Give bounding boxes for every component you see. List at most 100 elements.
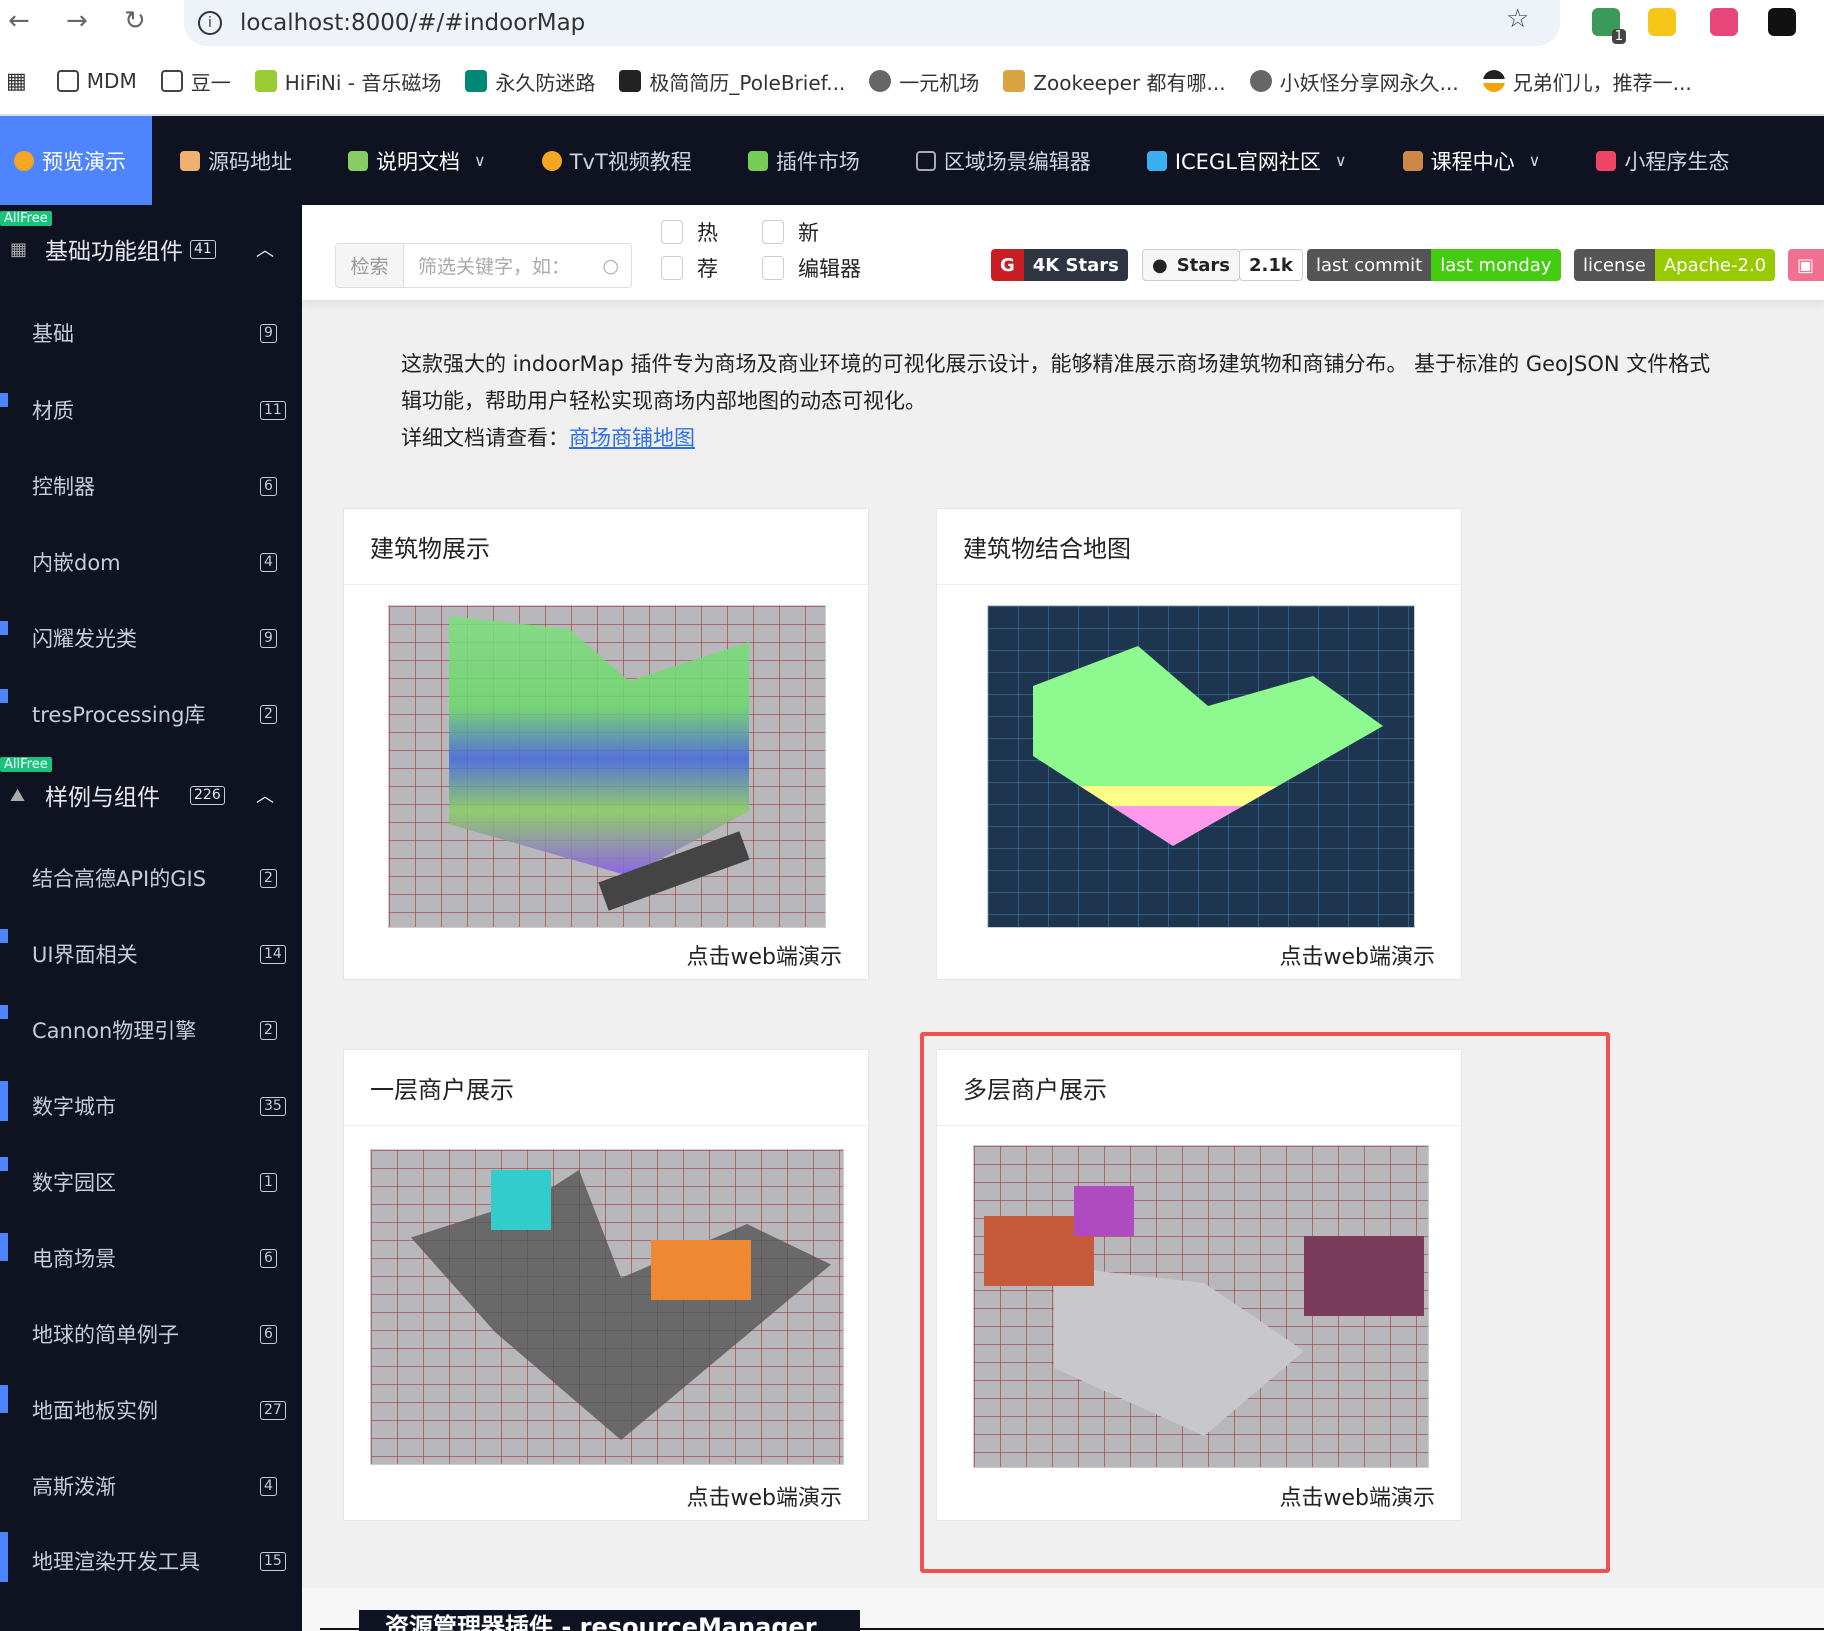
nav-editor[interactable]: 区域场景编辑器 xyxy=(888,116,1119,205)
description-line: 这款强大的 indoorMap 插件专为商场及商业环境的可视化展示设计，能够精准… xyxy=(401,352,1711,376)
extension-icon[interactable] xyxy=(1768,8,1796,36)
site-icon xyxy=(465,70,488,92)
extension-icon[interactable] xyxy=(1648,8,1676,36)
browser-chrome: ← → ↻ i localhost:8000/#/#indoorMap ☆ 1 ▦… xyxy=(0,0,1824,116)
bookmark[interactable]: 极简简历_PoleBrief... xyxy=(619,67,845,96)
license-badge[interactable]: license Apache-2.0 xyxy=(1574,249,1776,281)
card-preview-image[interactable] xyxy=(388,605,826,928)
card-preview-image[interactable] xyxy=(370,1149,844,1465)
bookmark[interactable]: MDM xyxy=(56,69,137,93)
nav-courses[interactable]: 课程中心 ∨ xyxy=(1375,116,1569,205)
demo-card[interactable]: 一层商户展示 点击web端演示 xyxy=(343,1049,869,1521)
demo-card[interactable]: 建筑物结合地图 点击web端演示 xyxy=(936,508,1462,980)
nav-preview[interactable]: 预览演示 xyxy=(0,116,152,205)
item-count: 9 xyxy=(260,628,277,648)
nav-source[interactable]: 源码地址 xyxy=(152,116,320,205)
checkbox[interactable] xyxy=(661,220,683,244)
checkbox-recommended[interactable]: 荐 xyxy=(661,253,718,283)
last-commit-badge[interactable]: last commit last monday xyxy=(1307,249,1561,281)
search-input[interactable]: 筛选关键字，如： xyxy=(418,252,570,279)
gitee-icon: G xyxy=(991,249,1024,281)
reload-icon[interactable]: ↻ xyxy=(124,6,146,36)
item-count: 2 xyxy=(260,1020,277,1040)
checkbox-label: 新 xyxy=(798,221,819,245)
checkbox-hot[interactable]: 热 xyxy=(661,217,718,247)
sidebar-item[interactable]: 结合高德API的GIS 2 xyxy=(0,853,302,903)
group-count: 41 xyxy=(190,239,216,259)
sidebar-item[interactable]: UI界面相关 14 xyxy=(0,929,302,979)
nav-label: 课程中心 xyxy=(1430,149,1515,174)
item-label: 电商场景 xyxy=(32,1247,116,1271)
bookmark[interactable]: 兄弟们儿，推荐一... xyxy=(1482,67,1692,96)
sidebar-item[interactable]: tresProcessing库 2 xyxy=(0,689,302,739)
item-count: 4 xyxy=(260,1476,277,1496)
bookmark[interactable]: 永久防迷路 xyxy=(465,67,595,96)
disc-icon xyxy=(14,150,34,171)
sidebar-item[interactable]: 数字城市 35 xyxy=(0,1081,302,1131)
sidebar-item[interactable]: 材质 11 xyxy=(0,385,302,435)
nav-community[interactable]: ICEGL官网社区 ∨ xyxy=(1119,116,1375,205)
bookmark[interactable]: 豆一 xyxy=(160,67,231,96)
badge-value: 4K Stars xyxy=(1023,249,1128,281)
item-label: 地面地板实例 xyxy=(32,1399,158,1423)
nav-docs[interactable]: 说明文档 ∨ xyxy=(320,116,514,205)
item-label: 结合高德API的GIS xyxy=(32,867,207,891)
bookmark-label: 小妖怪分享网永久... xyxy=(1279,70,1459,95)
extension-icon[interactable]: 1 xyxy=(1592,8,1626,44)
sidebar-item[interactable]: 地球的简单例子 6 xyxy=(0,1309,302,1359)
bookmark[interactable]: 小妖怪分享网永久... xyxy=(1249,67,1459,96)
bookmark[interactable]: 一元机场 xyxy=(869,67,979,96)
checkbox-new[interactable]: 新 xyxy=(762,217,819,247)
sidebar-item[interactable]: 地理渲染开发工具 15 xyxy=(0,1532,302,1586)
forward-icon[interactable]: → xyxy=(66,6,88,36)
checkbox[interactable] xyxy=(762,256,784,280)
item-count: 27 xyxy=(260,1400,286,1420)
sidebar-item[interactable]: 基础 9 xyxy=(0,308,302,358)
nav-video[interactable]: TvT视频教程 xyxy=(514,116,720,205)
sidebar-item[interactable]: 闪耀发光类 9 xyxy=(0,613,302,663)
sidebar-item[interactable]: 电商场景 6 xyxy=(0,1233,302,1283)
address-bar[interactable]: i localhost:8000/#/#indoorMap xyxy=(184,0,1560,46)
info-icon[interactable]: i xyxy=(198,11,222,35)
demo-card[interactable]: 建筑物展示 点击web端演示 xyxy=(343,508,869,980)
globe-icon xyxy=(869,70,892,92)
sidebar-item[interactable]: Cannon物理引擎 2 xyxy=(0,1005,302,1055)
web-demo-link[interactable]: 点击web端演示 xyxy=(687,1480,843,1512)
docs-link[interactable]: 商场商铺地图 xyxy=(569,426,695,450)
checkbox[interactable] xyxy=(661,256,683,280)
gitee-stars-badge[interactable]: G 4K Stars xyxy=(991,249,1128,281)
badge-label: last commit xyxy=(1307,249,1432,281)
bookmark-star-icon[interactable]: ☆ xyxy=(1506,4,1529,34)
translate-extension-icon[interactable] xyxy=(1710,8,1738,36)
badge-value: 2.1k xyxy=(1249,254,1293,276)
github-count-badge[interactable]: 2.1k xyxy=(1239,249,1303,281)
checkbox[interactable] xyxy=(762,220,784,244)
card-preview-image[interactable] xyxy=(987,605,1415,928)
apps-icon[interactable]: ▦ xyxy=(6,69,27,94)
grid-icon: ▦ xyxy=(10,238,28,260)
sidebar-group-basic[interactable]: AllFree ▦ 基础功能组件 41 ︿ xyxy=(0,211,302,279)
nav-plugins[interactable]: 插件市场 xyxy=(720,116,888,205)
allfree-tag: AllFree xyxy=(0,211,52,226)
bookmark[interactable]: Zookeeper 都有哪... xyxy=(1003,67,1226,96)
web-demo-link[interactable]: 点击web端演示 xyxy=(1280,939,1436,971)
sidebar-item[interactable]: 控制器 6 xyxy=(0,461,302,511)
search-field[interactable]: 检索 筛选关键字，如： ○ xyxy=(335,243,632,288)
sidebar-item[interactable]: 高斯泼渐 4 xyxy=(0,1461,302,1511)
sidebar-item[interactable]: 地面地板实例 27 xyxy=(0,1385,302,1435)
card-title: 建筑物展示 xyxy=(344,509,868,585)
sidebar-item[interactable]: 数字园区 1 xyxy=(0,1157,302,1207)
sidebar-item[interactable]: 内嵌dom 4 xyxy=(0,537,302,587)
item-count: 35 xyxy=(260,1096,286,1116)
bookmark[interactable]: HiFiNi - 音乐磁场 xyxy=(254,67,441,96)
nav-miniprogram[interactable]: 小程序生态 xyxy=(1568,116,1757,205)
plugin-description: 这款强大的 indoorMap 插件专为商场及商业环境的可视化展示设计，能够精准… xyxy=(401,346,1821,457)
back-icon[interactable]: ← xyxy=(8,6,30,36)
checkbox-editor[interactable]: 编辑器 xyxy=(762,253,861,283)
github-stars-badge[interactable]: ● Stars xyxy=(1142,249,1241,281)
sidebar-group-examples[interactable]: AllFree ⛰ 样例与组件 226 ︿ xyxy=(0,757,302,825)
item-count: 4 xyxy=(260,552,277,572)
web-demo-link[interactable]: 点击web端演示 xyxy=(687,939,843,971)
description-prefix: 详细文档请查看： xyxy=(401,426,569,450)
bilibili-badge[interactable]: ▣ xyxy=(1788,249,1824,281)
